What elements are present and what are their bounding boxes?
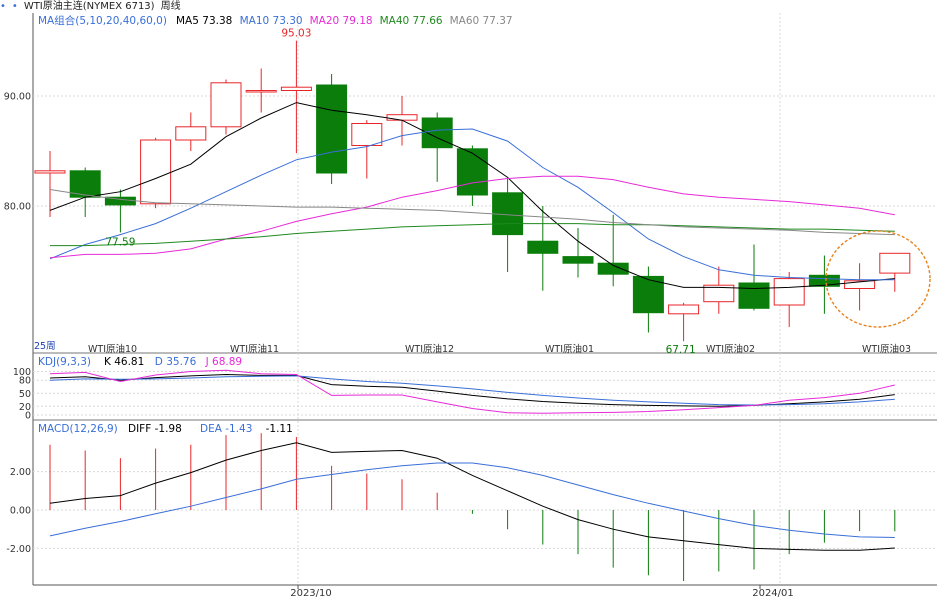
candle-body — [668, 304, 700, 315]
week-count-label: 25周 — [34, 341, 56, 352]
candle-body — [879, 252, 911, 274]
macd-tick-label: -2.00 — [6, 544, 31, 555]
month-tag: WTI原油02 — [706, 343, 755, 355]
x-axis-label: 2024/01 — [752, 588, 794, 599]
ma-legend-ma10: MA10 73.30 — [240, 15, 303, 27]
month-tag: WTI原油03 — [862, 343, 911, 355]
kdj-panel-title: KDJ(9,3,3) — [38, 356, 91, 368]
price-tick-label: 90.00 — [4, 92, 31, 103]
stock-chart[interactable]: 90.0080.0010080502002.000.00-2.00MA组合(5,… — [0, 0, 937, 601]
candle-body — [175, 126, 207, 141]
month-tag: WTI原油01 — [545, 343, 594, 355]
kdj-legend-k: K 46.81 — [104, 356, 144, 368]
macd-line-dea — [49, 462, 895, 538]
month-tag: WTI原油12 — [405, 343, 454, 355]
candle-body — [34, 170, 66, 174]
ma-legend-ma40: MA40 77.66 — [380, 15, 443, 27]
macd-legend-item: DIFF -1.98 — [128, 423, 182, 435]
candle-body — [316, 84, 348, 174]
macd-line-diff — [49, 442, 895, 551]
candle-body — [351, 123, 383, 146]
kdj-tick-label: 50 — [19, 389, 31, 400]
ma-legend-ma5: MA5 73.38 — [176, 15, 232, 27]
candle-body — [738, 282, 770, 309]
candle-body — [210, 82, 242, 128]
candle-body — [245, 90, 277, 93]
candle-body — [456, 148, 488, 196]
kdj-legend-j: J 68.89 — [205, 356, 243, 368]
macd-legend-item: DEA -1.43 — [200, 423, 252, 435]
price-low-label: 77.59 — [105, 237, 135, 249]
macd-legend-item: -1.11 — [266, 423, 293, 435]
candle-body — [773, 278, 805, 306]
ma-line-ma40 — [50, 223, 895, 247]
candle-body — [386, 114, 418, 121]
x-axis-label: 2023/10 — [290, 588, 332, 599]
candle-body — [280, 86, 312, 91]
kdj-line-k — [49, 373, 895, 407]
candle-body — [140, 139, 172, 205]
candle-body — [527, 240, 559, 254]
macd-panel-title: MACD(12,26,9) — [38, 423, 118, 435]
price-high-label: 95.03 — [281, 28, 311, 40]
ma-legend-ma60: MA60 77.37 — [450, 15, 513, 27]
month-tag: WTI原油10 — [88, 343, 137, 355]
candle-body — [562, 256, 594, 264]
macd-tick-label: 2.00 — [10, 467, 31, 478]
ma-panel-title: MA组合(5,10,20,40,60,0) — [38, 14, 167, 27]
month-tag: WTI原油11 — [230, 343, 279, 355]
ma-legend-ma20: MA20 79.18 — [310, 15, 373, 27]
kdj-tick-label: 0 — [25, 411, 31, 422]
kdj-legend-d: D 35.76 — [155, 356, 197, 368]
price-tick-label: 80.00 — [4, 202, 31, 213]
macd-tick-label: 0.00 — [10, 506, 31, 517]
price-low-label: 67.71 — [666, 344, 696, 356]
kdj-tick-label: 80 — [19, 376, 31, 387]
kdj-line-d — [49, 375, 895, 406]
